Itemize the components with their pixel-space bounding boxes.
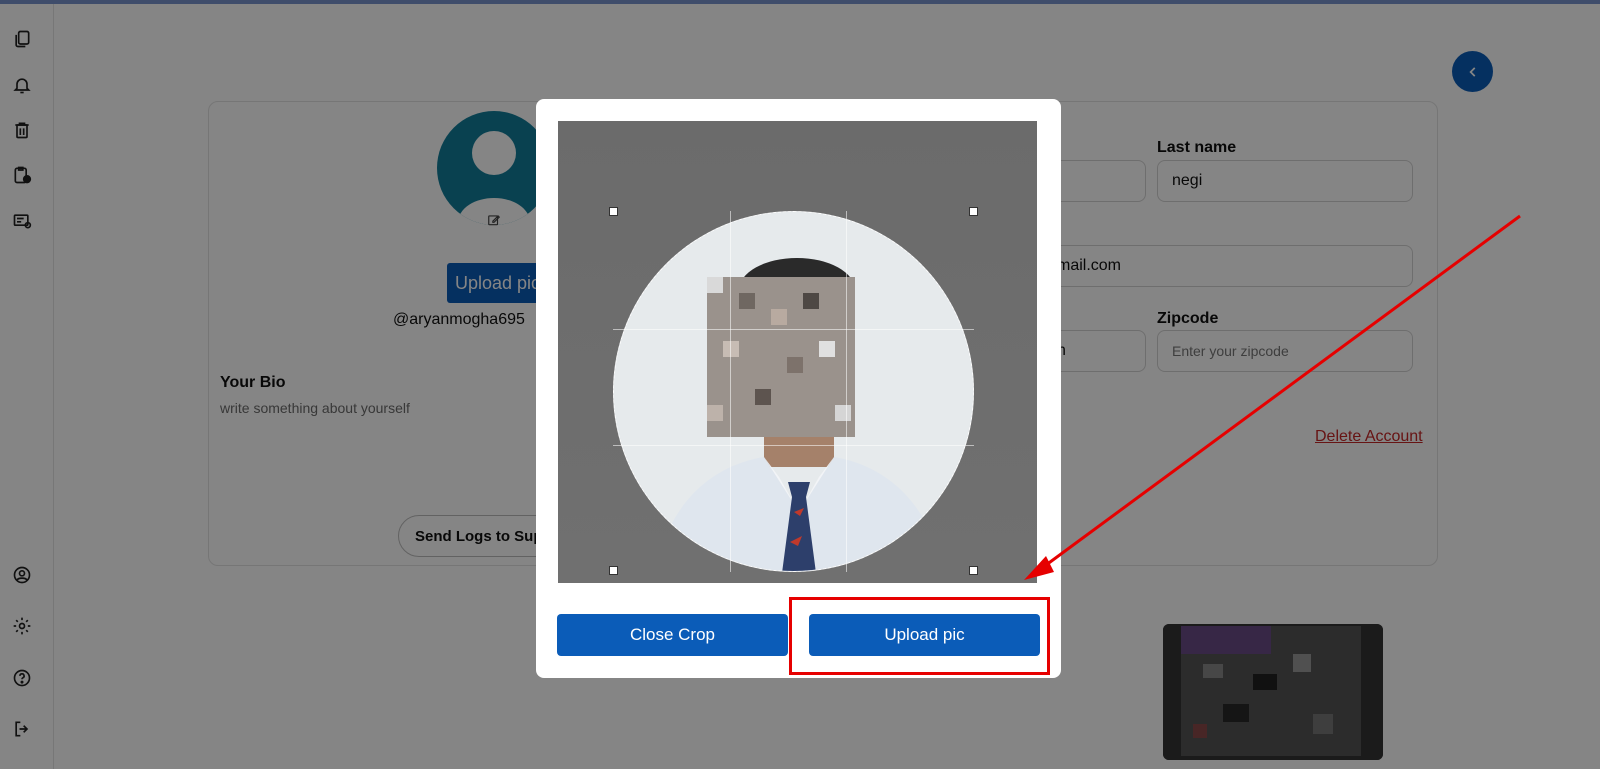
crop-handle-bottom-right[interactable] <box>969 566 978 575</box>
crop-guide-line <box>846 211 847 572</box>
crop-handle-bottom-left[interactable] <box>609 566 618 575</box>
crop-modal: Close Crop Upload pic <box>536 99 1061 678</box>
crop-area[interactable] <box>558 121 1037 583</box>
crop-selection-circle[interactable] <box>613 211 974 572</box>
close-crop-button[interactable]: Close Crop <box>557 614 788 656</box>
crop-guide-line <box>613 445 974 446</box>
crop-guide-line <box>730 211 731 572</box>
annotation-highlight-box <box>789 597 1050 675</box>
crop-guide-line <box>613 329 974 330</box>
profile-photo <box>614 212 973 571</box>
crop-handle-top-right[interactable] <box>969 207 978 216</box>
crop-handle-top-left[interactable] <box>609 207 618 216</box>
